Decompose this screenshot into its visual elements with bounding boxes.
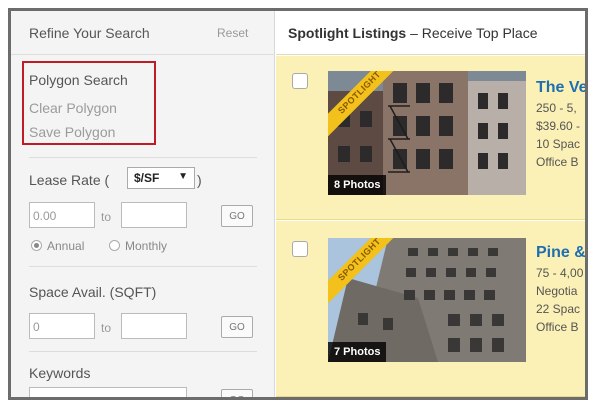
listing-name-link[interactable]: Pine & <box>536 244 585 262</box>
listings-panel: Spotlight Listings – Receive Top Place S… <box>276 11 585 397</box>
lease-rate-close: ) <box>197 172 202 188</box>
listing-card[interactable]: SPOTLIGHT 8 Photos The Ve 250 - 5, $39.6… <box>276 56 585 220</box>
keywords-go-button[interactable]: GO <box>221 389 253 397</box>
spotlight-title-bold: Spotlight Listings <box>288 25 407 41</box>
listing-type: Office B <box>536 320 579 334</box>
refine-title: Refine Your Search <box>29 25 150 41</box>
photo-count: 7 Photos <box>328 342 387 362</box>
lease-min-input[interactable]: 0.00 <box>29 202 95 228</box>
listing-photo[interactable]: SPOTLIGHT 7 Photos <box>328 238 526 362</box>
divider <box>29 351 257 352</box>
listing-checkbox[interactable] <box>292 73 308 89</box>
space-to-label: to <box>101 321 112 335</box>
listing-spaces: 10 Spac <box>536 137 581 151</box>
photo-count: 8 Photos <box>328 175 387 195</box>
listing-spaces: 22 Spac <box>536 302 581 316</box>
polygon-search-title: Polygon Search <box>29 72 128 88</box>
chevron-down-icon: ▼ <box>178 171 188 182</box>
space-avail-label: Space Avail. (SQFT) <box>29 284 157 300</box>
listing-checkbox[interactable] <box>292 241 308 257</box>
listing-photo[interactable]: SPOTLIGHT 8 Photos <box>328 71 526 195</box>
lease-go-button[interactable]: GO <box>221 205 253 227</box>
lease-max-input[interactable] <box>121 202 187 228</box>
spotlight-title: Spotlight Listings – Receive Top Place <box>288 25 537 41</box>
space-min-input[interactable]: 0 <box>29 313 95 339</box>
sidebar-header: Refine Your Search Reset <box>11 11 275 55</box>
listing-rate: Negotia <box>536 284 578 298</box>
lease-to-label: to <box>101 210 112 224</box>
listing-size: 75 - 4,00 <box>536 266 584 280</box>
keywords-label: Keywords <box>29 365 91 381</box>
annual-label: Annual <box>47 239 85 253</box>
space-max-input[interactable] <box>121 313 187 339</box>
refine-sidebar: Refine Your Search Reset Polygon Search … <box>11 11 275 397</box>
listing-size: 250 - 5, <box>536 101 577 115</box>
lease-min-value: 0.00 <box>33 209 57 223</box>
monthly-label: Monthly <box>125 239 168 253</box>
listing-rate: $39.60 - <box>536 119 581 133</box>
annual-radio[interactable] <box>31 240 42 251</box>
spotlight-title-rest: – Receive Top Place <box>406 25 538 41</box>
listing-card[interactable]: SPOTLIGHT 7 Photos Pine & 75 - 4,00 Nego… <box>276 221 585 397</box>
lease-unit-select[interactable]: $/SF ▼ <box>127 167 195 189</box>
screenshot-frame: Refine Your Search Reset Polygon Search … <box>8 8 588 400</box>
spotlight-header: Spotlight Listings – Receive Top Place <box>276 11 585 55</box>
divider <box>29 266 257 267</box>
reset-link[interactable]: Reset <box>217 26 248 40</box>
listing-name-link[interactable]: The Ve <box>536 79 585 97</box>
save-polygon-link[interactable]: Save Polygon <box>29 124 115 140</box>
lease-rate-label: Lease Rate ( <box>29 172 110 188</box>
keywords-input[interactable] <box>29 387 187 397</box>
lease-unit-value: $/SF <box>134 171 160 185</box>
clear-polygon-link[interactable]: Clear Polygon <box>29 100 117 116</box>
divider <box>29 157 257 158</box>
space-go-button[interactable]: GO <box>221 316 253 338</box>
monthly-radio[interactable] <box>109 240 120 251</box>
listing-type: Office B <box>536 155 579 169</box>
space-min-value: 0 <box>33 320 40 334</box>
